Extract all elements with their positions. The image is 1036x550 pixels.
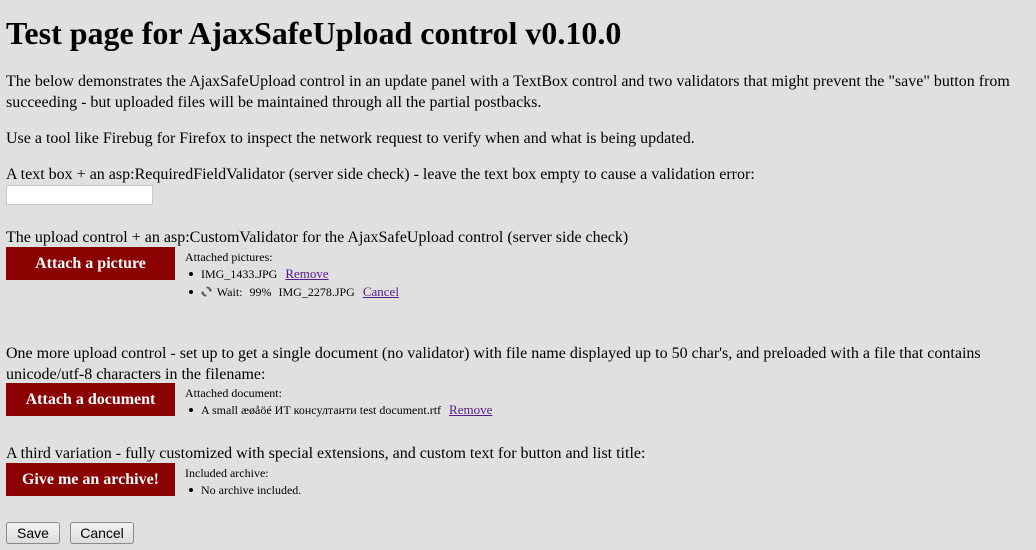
file-name: IMG_1433.JPG xyxy=(201,267,278,281)
upload-status: Wait: xyxy=(216,285,243,299)
attached-pictures-list: Attached pictures: IMG_1433.JPG Remove W… xyxy=(185,249,399,301)
list-title: Included archive: xyxy=(185,466,269,480)
list-item-empty: No archive included. xyxy=(188,481,302,499)
list-title: Attached document: xyxy=(185,386,282,400)
empty-message: No archive included. xyxy=(201,483,302,497)
list-item: IMG_1433.JPG Remove xyxy=(189,265,399,283)
attach-picture-button[interactable]: Attach a picture xyxy=(6,247,175,280)
remove-link[interactable]: Remove xyxy=(285,266,328,281)
required-text-input[interactable] xyxy=(6,185,153,205)
give-archive-button[interactable]: Give me an archive! xyxy=(6,463,175,496)
cancel-button[interactable]: Cancel xyxy=(70,522,134,544)
page-title: Test page for AjaxSafeUpload control v0.… xyxy=(6,15,622,51)
intro-text: The below demonstrates the AjaxSafeUploa… xyxy=(6,73,1010,111)
cancel-upload-link[interactable]: Cancel xyxy=(363,284,399,299)
file-name: A small æøåöé ИТ консултанти test docume… xyxy=(201,403,442,417)
file-name: IMG_2278.JPG xyxy=(278,285,355,299)
upload-progress: 99% xyxy=(249,285,272,299)
list-item: A small æøåöé ИТ консултанти test docume… xyxy=(188,401,492,419)
list-title: Attached pictures: xyxy=(185,250,273,264)
upload-picture-label: The upload control + an asp:CustomValida… xyxy=(6,229,629,246)
refresh-spinner-icon xyxy=(201,284,212,297)
list-item-pending: Wait: 99% IMG_2278.JPG Cancel xyxy=(189,283,399,301)
remove-link[interactable]: Remove xyxy=(449,402,492,417)
save-button[interactable]: Save xyxy=(6,522,60,544)
included-archive-list: Included archive: No archive included. xyxy=(185,465,301,499)
firebug-note: Use a tool like Firebug for Firefox to i… xyxy=(6,130,695,147)
attached-document-list: Attached document: A small æøåöé ИТ конс… xyxy=(185,385,492,419)
textbox-label: A text box + an asp:RequiredFieldValidat… xyxy=(6,166,755,183)
upload-archive-label: A third variation - fully customized wit… xyxy=(6,445,646,462)
upload-document-label: One more upload control - set up to get … xyxy=(6,345,981,383)
attach-document-button[interactable]: Attach a document xyxy=(6,383,175,416)
